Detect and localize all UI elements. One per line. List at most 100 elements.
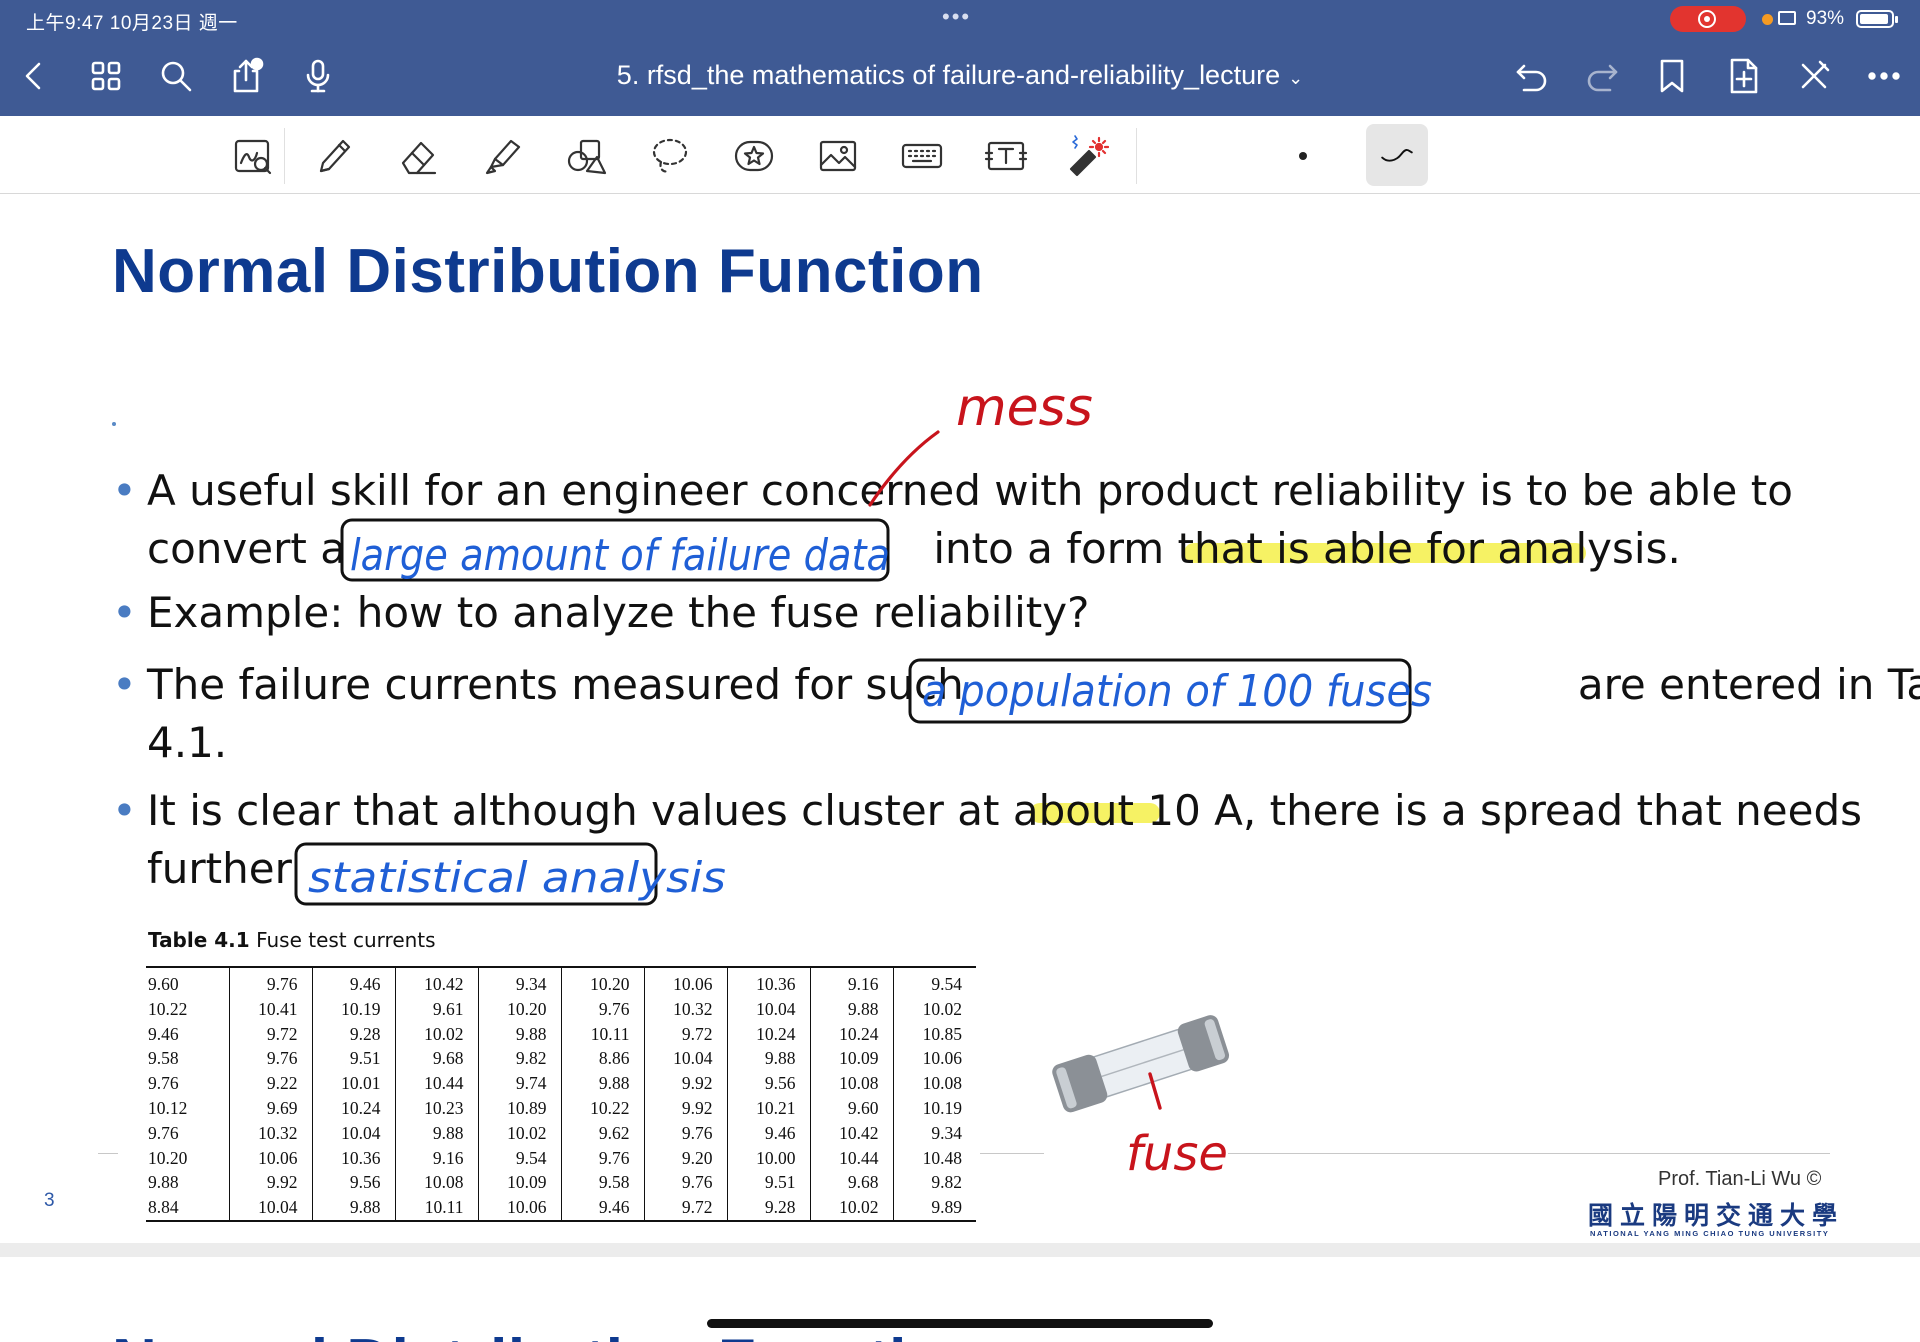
table-cell: 10.02	[478, 1120, 562, 1146]
table-cell: 9.76	[644, 1170, 728, 1196]
table-cell: 10.22	[561, 1095, 645, 1121]
table-cell: 9.76	[561, 1145, 645, 1171]
page-gap	[0, 1243, 1920, 1257]
table-row: 9.76 10.32 10.04 9.88 10.02 9.62 9.76 9.46 10.42…	[146, 1120, 976, 1146]
table-row: 9.46 9.72 9.28 10.02 9.88 10.11 9.72 10.24 10.24…	[146, 1021, 976, 1047]
table-cell: 10.02	[810, 1195, 894, 1221]
table-cell: 10.20	[561, 967, 645, 997]
pen-size-dot[interactable]	[1299, 152, 1307, 160]
table-row: 10.20 10.06 10.36 9.16 9.54 9.76 9.20 10.00 10.4…	[146, 1145, 976, 1171]
undo-icon[interactable]	[1508, 52, 1556, 100]
table-cell: 9.28	[727, 1195, 811, 1221]
screen-recording-icon[interactable]	[1670, 6, 1746, 32]
table-cell: 9.88	[146, 1170, 230, 1196]
table-cell: 9.92	[229, 1170, 313, 1196]
stray-dot	[112, 422, 116, 426]
footer-divider	[980, 1153, 1044, 1154]
bullet-glyph: •	[112, 588, 137, 637]
more-icon[interactable]	[1860, 52, 1908, 100]
bullet-text-line1: A useful skill for an engineer concerned…	[147, 466, 1793, 515]
table-cell: 9.76	[146, 1120, 230, 1146]
table-cell: 9.92	[644, 1095, 728, 1121]
eraser-icon[interactable]	[390, 128, 446, 184]
grid-icon[interactable]	[82, 52, 130, 100]
table-cell: 10.02	[922, 998, 962, 1019]
table-cell: 9.88	[810, 996, 894, 1022]
table-cell: 9.54	[478, 1145, 562, 1171]
table-cell: 10.04	[312, 1120, 396, 1146]
table-cell: 10.04	[229, 1195, 313, 1221]
table-cell: 10.00	[727, 1145, 811, 1171]
table-cell: 10.04	[727, 996, 811, 1022]
table-cell: 9.61	[395, 996, 479, 1022]
table-cell: 10.09	[478, 1170, 562, 1196]
table-cell: 9.68	[810, 1170, 894, 1196]
table-cell: 10.36	[727, 967, 811, 997]
lasso-icon[interactable]	[642, 128, 698, 184]
bullet-text-line2: convert a into a form that is able for a…	[147, 524, 1681, 573]
add-page-icon[interactable]	[1720, 52, 1768, 100]
table-cell: 9.22	[229, 1071, 313, 1096]
table-cell: 9.88	[312, 1195, 396, 1221]
shapes-icon[interactable]	[558, 128, 614, 184]
table-cell: 9.88	[478, 1021, 562, 1047]
back-icon[interactable]	[10, 52, 58, 100]
table-cell: 10.32	[229, 1120, 313, 1146]
sticker-icon[interactable]	[726, 128, 782, 184]
table-row: 8.84 10.04 9.88 10.11 10.06 9.46 9.72 9.28 10.02…	[146, 1195, 976, 1221]
table-cell: 10.44	[810, 1145, 894, 1171]
document-title[interactable]: 5. rfsd_the mathematics of failure-and-r…	[560, 60, 1360, 91]
search-icon[interactable]	[152, 52, 200, 100]
table-cell: 10.09	[810, 1046, 894, 1072]
stroke-curve-icon	[1381, 149, 1413, 162]
table-row: 9.60 9.76 9.46 10.42 9.34 10.20 10.06 10.36 9.16…	[146, 967, 976, 997]
table-cell: 9.69	[229, 1095, 313, 1121]
laser-pointer-icon[interactable]	[1058, 128, 1114, 184]
table-cell: 9.82	[931, 1172, 962, 1193]
table-cell: 9.72	[644, 1021, 728, 1047]
share-icon[interactable]	[222, 52, 270, 100]
table-cell: 10.08	[810, 1071, 894, 1096]
table-cell: 9.60	[810, 1095, 894, 1121]
table-cell: 10.24	[727, 1021, 811, 1047]
navigation-row: 5. rfsd_the mathematics of failure-and-r…	[0, 44, 1920, 110]
table-row: 10.12 9.69 10.24 10.23 10.89 10.22 9.92 10.21 9.…	[146, 1095, 976, 1121]
table-cell: 10.19	[922, 1097, 962, 1118]
image-icon[interactable]	[810, 128, 866, 184]
table-cell: 9.72	[644, 1195, 728, 1221]
multitask-dots[interactable]: •••	[942, 4, 971, 30]
table-cell: 8.84	[146, 1195, 230, 1221]
table-cell: 9.58	[561, 1170, 645, 1196]
textbox-icon[interactable]	[978, 128, 1034, 184]
table-cell: 9.76	[146, 1071, 230, 1096]
table-cell: 10.22	[146, 996, 230, 1022]
microphone-icon[interactable]	[294, 52, 342, 100]
table-cell: 9.20	[644, 1145, 728, 1171]
table-cell: 9.92	[644, 1071, 728, 1096]
table-cell: 9.56	[312, 1170, 396, 1196]
stroke-style-button[interactable]	[1366, 124, 1428, 186]
table-cell: 9.34	[931, 1122, 962, 1143]
table-cell: 9.46	[312, 967, 396, 997]
table-cell: 10.19	[312, 996, 396, 1022]
table-cell: 10.02	[395, 1021, 479, 1047]
bullet-text-line2: 4.1.	[147, 718, 228, 767]
table-row: 9.88 9.92 9.56 10.08 10.09 9.58 9.76 9.51 9.68 9.…	[146, 1170, 976, 1196]
close-icon[interactable]	[1790, 52, 1838, 100]
table-cell: 9.76	[644, 1120, 728, 1146]
footer-divider	[98, 1153, 118, 1154]
home-indicator[interactable]	[707, 1319, 1213, 1328]
bookmark-icon[interactable]	[1648, 52, 1696, 100]
table-row: 9.76 9.22 10.01 10.44 9.74 9.88 9.92 9.56 10.08 1…	[146, 1071, 976, 1096]
table-cell: 9.34	[478, 967, 562, 997]
battery-icon	[1856, 10, 1898, 28]
redo-icon[interactable]	[1578, 52, 1626, 100]
status-bar: 上午9:47 10月23日 週一 ••• 93%	[0, 0, 1920, 38]
table-cell: 9.46	[727, 1120, 811, 1146]
keyboard-icon[interactable]	[894, 128, 950, 184]
highlighter-icon[interactable]	[474, 128, 530, 184]
pen-icon[interactable]	[306, 128, 362, 184]
table-cell: 10.21	[727, 1095, 811, 1121]
table-cell: 10.06	[644, 967, 728, 997]
zoom-window-icon[interactable]	[224, 128, 280, 184]
